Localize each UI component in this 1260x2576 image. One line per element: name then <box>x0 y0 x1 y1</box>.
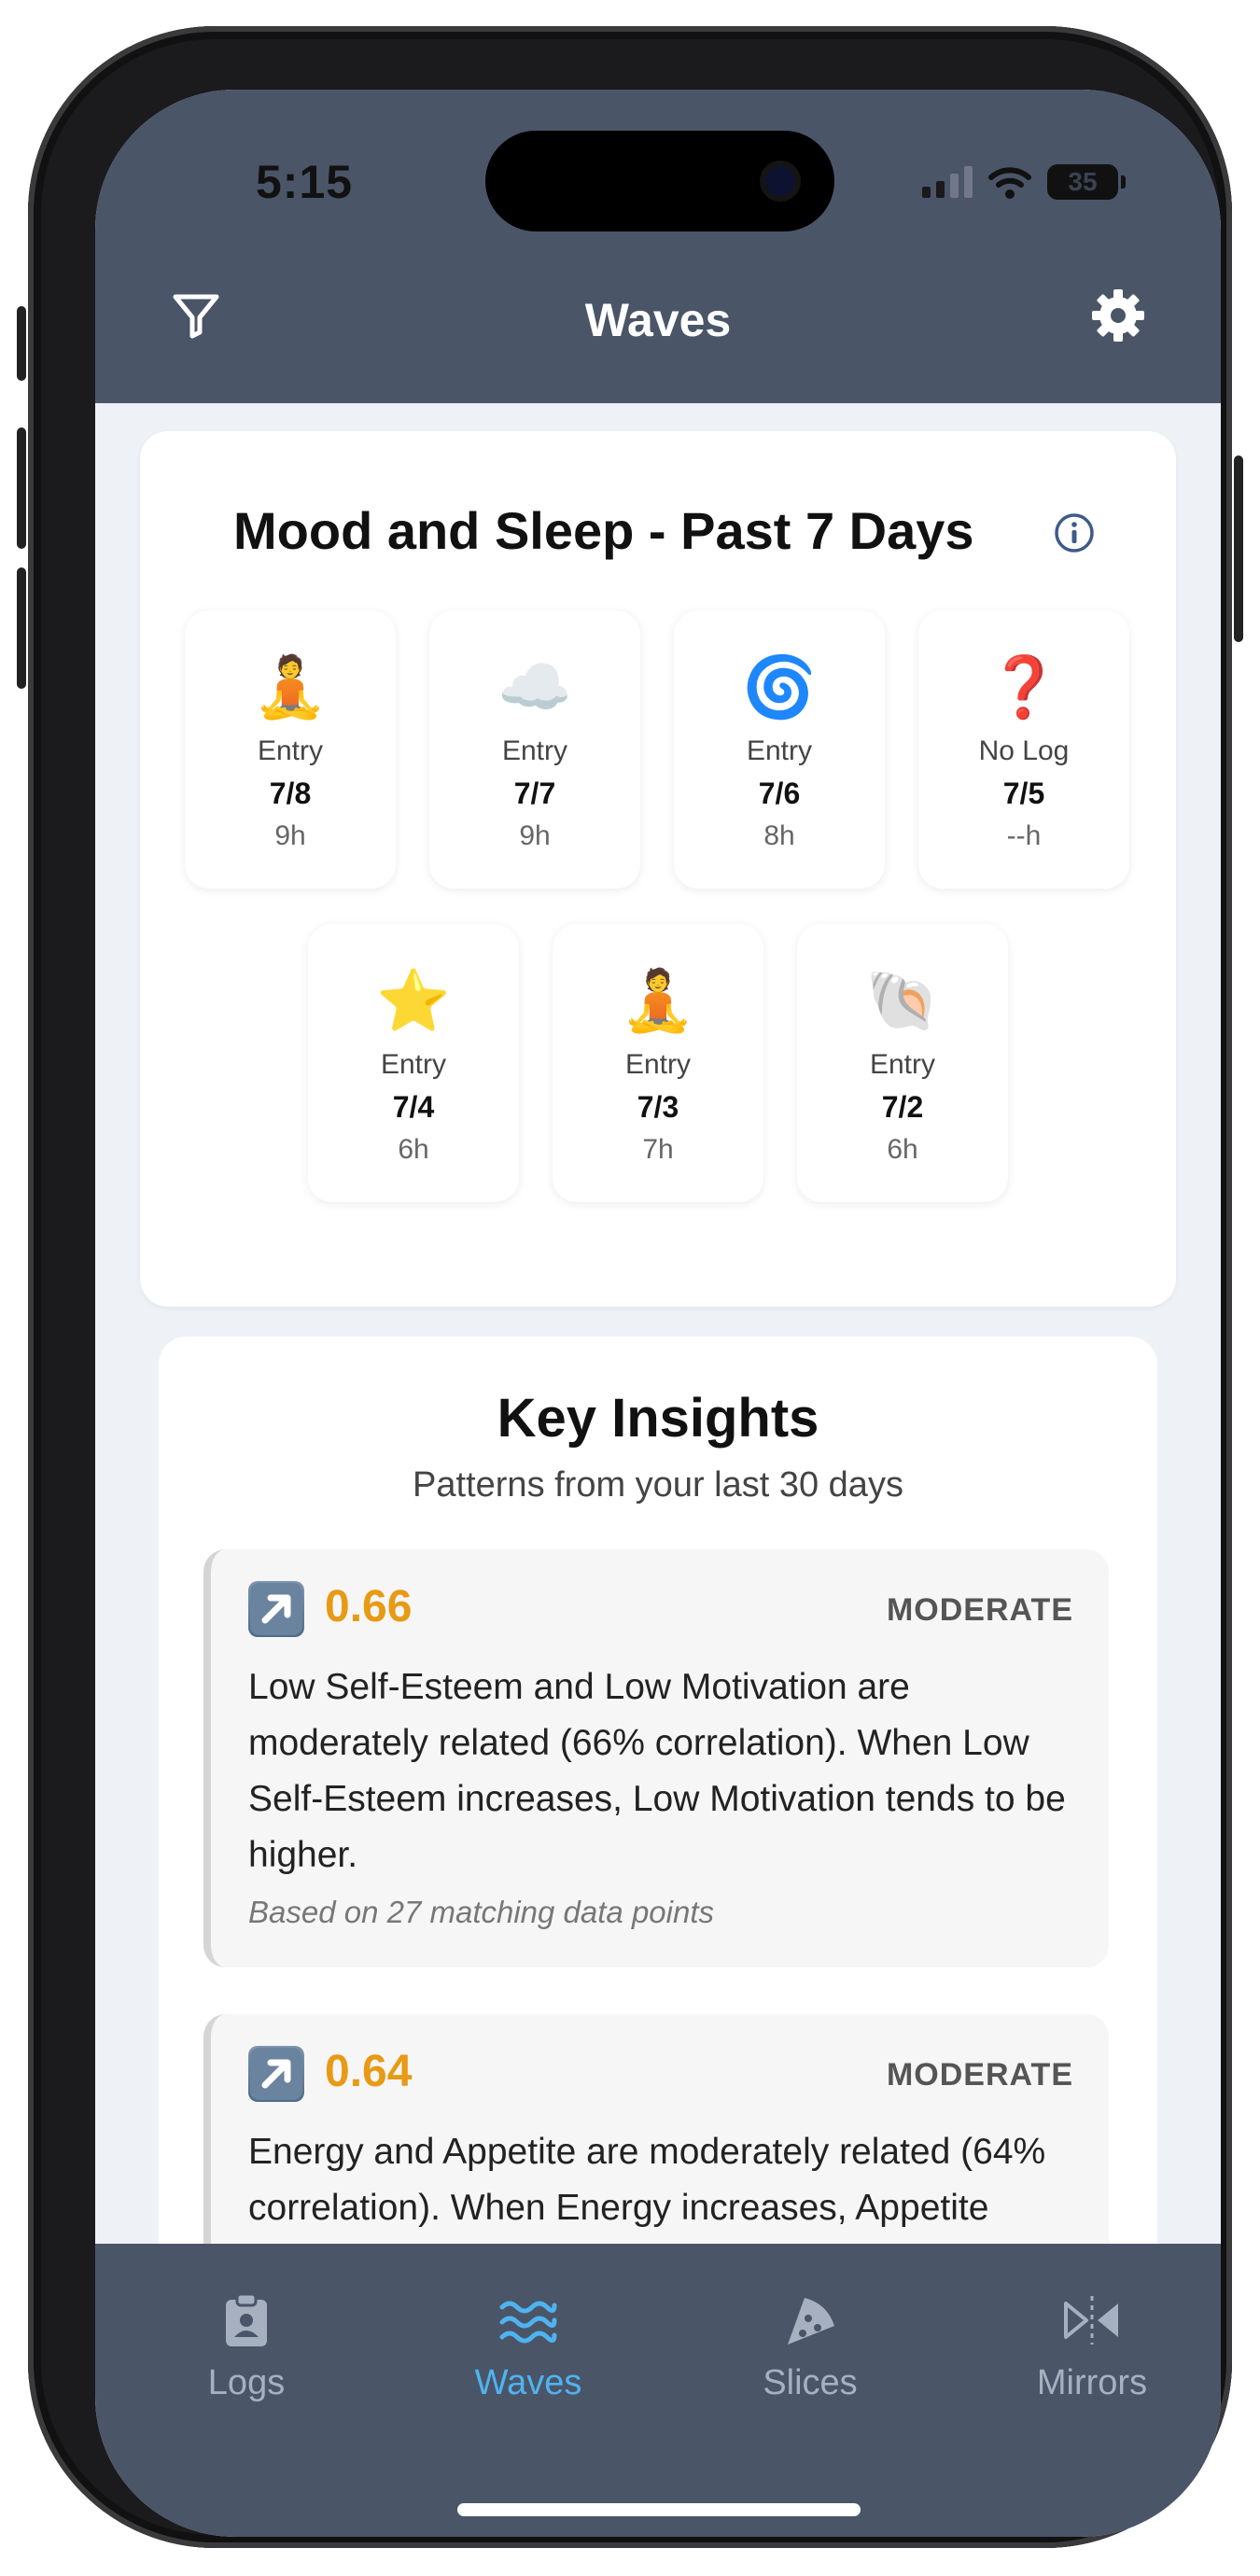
info-icon[interactable] <box>1053 511 1096 554</box>
day-date: 7/5 <box>1002 777 1045 810</box>
home-indicator[interactable] <box>457 2503 861 2516</box>
day-card[interactable]: ⭐ Entry 7/4 6h <box>308 924 519 1202</box>
day-status: Entry <box>380 1049 447 1080</box>
insights-title: Key Insights <box>497 1388 819 1449</box>
mood-sleep-title: Mood and Sleep - Past 7 Days <box>233 501 974 560</box>
insights-subtitle: Patterns from your last 30 days <box>413 1465 903 1505</box>
insight-text: Low Self-Esteem and Low Motivation are m… <box>248 1667 1066 1875</box>
mood-sleep-card: Mood and Sleep - Past 7 Days 🧘 Entry 7/8… <box>140 431 1176 1307</box>
scroll-content[interactable]: Mood and Sleep - Past 7 Days 🧘 Entry 7/8… <box>95 403 1221 2244</box>
tab-label: Waves <box>474 2363 582 2402</box>
tab-waves[interactable]: Waves <box>416 2290 640 2403</box>
day-date: 7/7 <box>513 777 556 810</box>
tab-bar: Logs Waves Slices Mirrors <box>95 2244 1221 2537</box>
strength-badge: MODERATE <box>886 2057 1073 2093</box>
day-status: Entry <box>869 1049 936 1080</box>
volume-up-button <box>17 427 26 549</box>
day-card[interactable]: 🧘 Entry 7/8 9h <box>185 610 396 889</box>
phone-frame: 5:15 35 Waves Mood and Sleep - Past 7 Da… <box>17 26 1243 2548</box>
mood-emoji: 🧘 <box>253 653 328 721</box>
key-insights-card: Key Insights Patterns from your last 30 … <box>159 1337 1157 2244</box>
volume-down-button <box>17 567 26 689</box>
sleep-hours: --h <box>1006 820 1042 851</box>
status-time: 5:15 <box>256 156 354 208</box>
mood-emoji: ☁️ <box>497 653 572 721</box>
sleep-hours: 9h <box>274 820 306 851</box>
dynamic-island <box>485 131 834 231</box>
day-date: 7/3 <box>637 1090 679 1124</box>
day-date: 7/2 <box>881 1090 924 1124</box>
pizza-slice-icon <box>788 2298 834 2345</box>
day-date: 7/6 <box>758 777 801 810</box>
day-date: 7/8 <box>269 777 312 810</box>
clipboard-user-icon <box>226 2292 267 2346</box>
arrow-up-right-icon <box>248 1581 304 1637</box>
wifi-icon <box>988 167 1031 199</box>
tab-label: Logs <box>207 2363 286 2402</box>
tab-label: Slices <box>763 2363 858 2402</box>
mood-emoji: ❓ <box>987 653 1061 721</box>
day-card[interactable]: 🧘 Entry 7/3 7h <box>553 924 763 1202</box>
day-status: Entry <box>624 1049 692 1080</box>
insight-basis: Based on 27 matching data points <box>248 1895 715 1929</box>
insight-card[interactable]: 0.64 MODERATE Energy and Appetite are mo… <box>203 2014 1109 2244</box>
tab-mirrors[interactable]: Mirrors <box>980 2290 1204 2403</box>
tab-slices[interactable]: Slices <box>698 2290 922 2403</box>
page-title: Waves <box>584 294 732 346</box>
status-icons: 35 <box>922 164 1126 200</box>
mute-switch <box>17 306 26 381</box>
day-card[interactable]: ☁️ Entry 7/7 9h <box>429 610 640 889</box>
mood-emoji: 🐚 <box>865 967 940 1034</box>
waves-icon <box>499 2301 557 2344</box>
mood-emoji: 🌀 <box>742 653 817 721</box>
day-card[interactable]: 🐚 Entry 7/2 6h <box>797 924 1008 1202</box>
battery-icon: 35 <box>1047 164 1126 200</box>
correlation-score: 0.64 <box>325 2047 413 2096</box>
strength-badge: MODERATE <box>886 1592 1073 1628</box>
day-card[interactable]: 🌀 Entry 7/6 8h <box>674 610 885 889</box>
screen: 5:15 35 Waves Mood and Sleep - Past 7 Da… <box>95 90 1221 2537</box>
signal-icon <box>922 166 973 198</box>
tab-logs[interactable]: Logs <box>134 2290 358 2403</box>
insight-card[interactable]: 0.66 MODERATE Low Self-Esteem and Low Mo… <box>203 1549 1109 1967</box>
tab-label: Mirrors <box>1036 2363 1148 2402</box>
sleep-hours: 7h <box>642 1134 674 1165</box>
sleep-hours: 8h <box>763 820 795 851</box>
gear-icon[interactable] <box>1088 286 1148 345</box>
sleep-hours: 6h <box>398 1134 429 1165</box>
mood-emoji: 🧘 <box>621 967 695 1034</box>
mood-emoji: ⭐ <box>376 967 451 1034</box>
day-status: No Log <box>978 735 1070 766</box>
day-status: Entry <box>501 735 568 766</box>
arrow-up-right-icon <box>248 2046 304 2102</box>
day-status: Entry <box>746 735 813 766</box>
sleep-hours: 9h <box>519 820 551 851</box>
mirror-icon <box>1064 2296 1118 2345</box>
day-card[interactable]: ❓ No Log 7/5 --h <box>918 610 1129 889</box>
correlation-score: 0.66 <box>325 1582 413 1631</box>
sleep-hours: 6h <box>887 1134 918 1165</box>
day-date: 7/4 <box>392 1090 435 1124</box>
power-button <box>1234 455 1243 642</box>
app-header: 5:15 35 Waves <box>95 90 1221 403</box>
camera-icon <box>765 166 795 196</box>
day-status: Entry <box>257 735 324 766</box>
insight-text: Energy and Appetite are moderately relat… <box>248 2132 1046 2228</box>
